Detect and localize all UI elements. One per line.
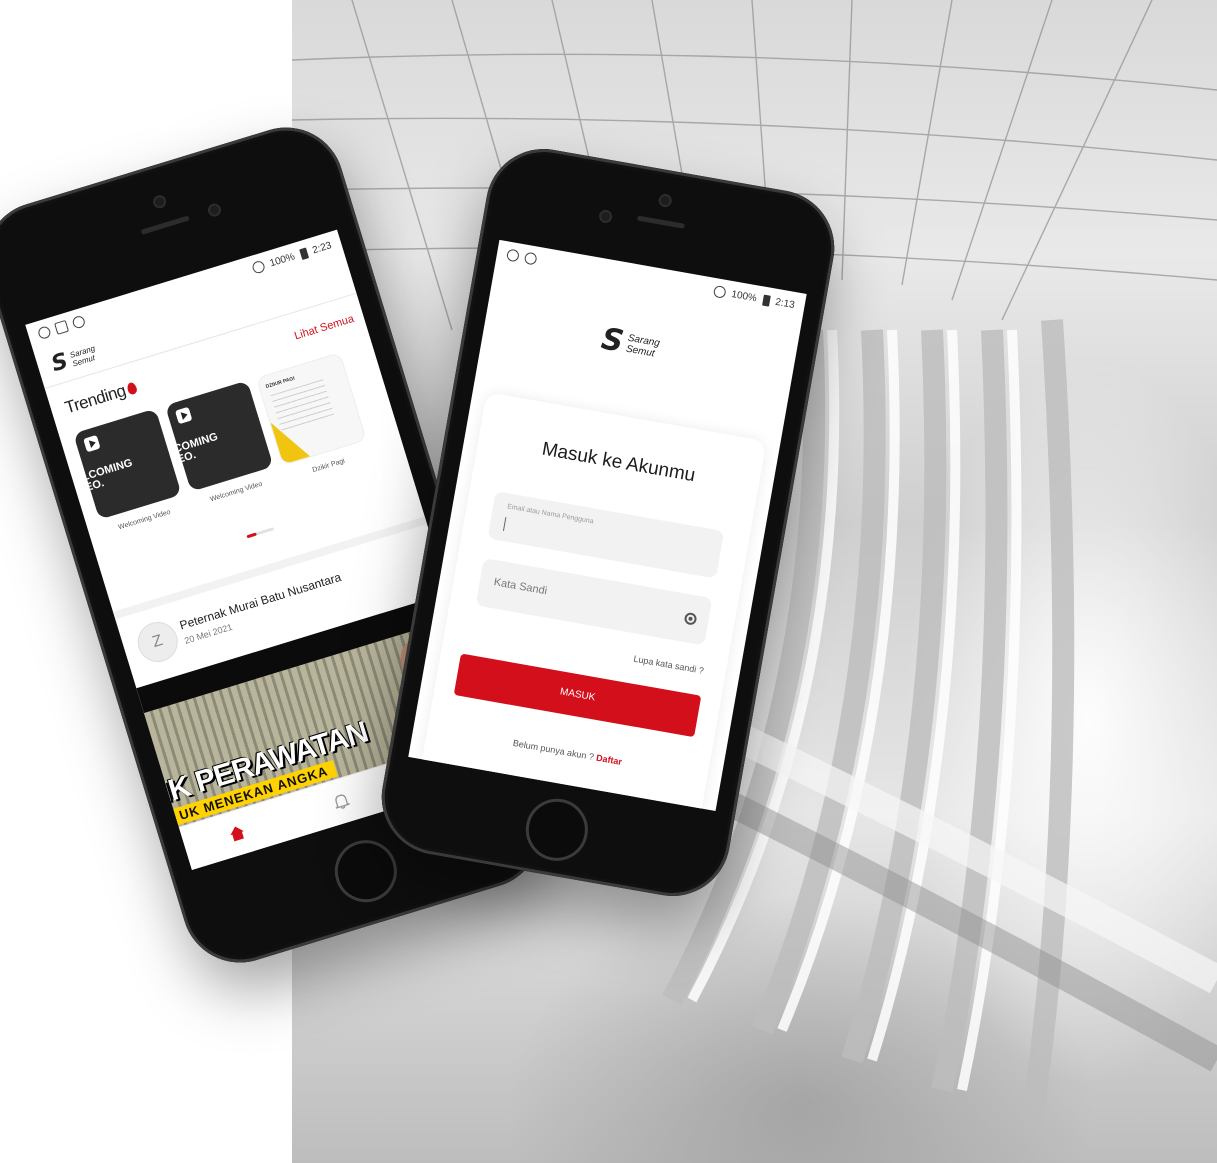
carousel-pager (246, 527, 275, 539)
home-button[interactable] (520, 793, 593, 866)
trending-card[interactable]: LCOMING EO. Welcoming Video (73, 408, 187, 537)
card-label: Welcoming Video (209, 480, 264, 504)
home-icon[interactable] (224, 819, 251, 846)
password-placeholder: Kata Sandi (492, 576, 548, 598)
signup-link[interactable]: Daftar (595, 753, 622, 767)
sensor (598, 208, 614, 224)
sensor (206, 201, 223, 219)
battery-icon (298, 247, 309, 260)
status-bar: 100% 2:13 (495, 240, 807, 320)
eye-icon[interactable] (683, 611, 698, 626)
document-thumbnail[interactable]: DZIKIR PAGI (255, 352, 367, 466)
record-icon (36, 325, 52, 341)
wifi-icon (251, 259, 267, 275)
battery-percent: 100% (730, 288, 758, 304)
app-logo: S Sarang Semut (599, 321, 662, 366)
flame-icon (126, 381, 139, 396)
login-card: Masuk ke Akunmu Email atau Nama Pengguna… (419, 391, 767, 812)
clock: 2:13 (774, 296, 796, 311)
card-label: Dzikir Pagi (311, 457, 346, 475)
play-icon (83, 434, 101, 453)
battery-icon (761, 294, 771, 307)
video-thumbnail[interactable]: COMING EO. (164, 380, 274, 492)
logo-s-icon: S (48, 348, 72, 378)
record-icon (505, 248, 520, 263)
wifi-icon (712, 284, 727, 299)
login-screen: 100% 2:13 S Sarang Semut Masuk ke Akunmu… (408, 239, 807, 812)
logo-s-icon: S (598, 321, 627, 360)
signup-text: Belum punya akun ? (512, 737, 595, 763)
usb-icon (71, 314, 87, 330)
login-title: Masuk ke Akunmu (540, 438, 697, 487)
usb-icon (523, 251, 538, 266)
card-label: Welcoming Video (117, 508, 172, 532)
trending-carousel[interactable]: LCOMING EO. Welcoming Video COMING EO. W… (73, 352, 371, 538)
text-caret (502, 517, 507, 532)
bell-icon[interactable] (328, 788, 355, 815)
video-thumbnail[interactable]: LCOMING EO. (73, 408, 182, 520)
home-button[interactable] (327, 832, 405, 910)
battery-percent: 100% (268, 250, 297, 269)
camera (151, 193, 168, 210)
forgot-password-link[interactable]: Lupa kata sandi ? (633, 654, 705, 676)
post-author[interactable]: Peternak Murai Batu Nusantara (178, 570, 343, 633)
thumbnail-text: COMING EO. (172, 430, 220, 467)
app-logo: S Sarang Semut (49, 340, 100, 377)
play-icon (174, 406, 193, 425)
avatar[interactable]: Z (132, 617, 183, 667)
camera (657, 193, 673, 209)
monitor-icon (54, 319, 70, 335)
thumbnail-text: LCOMING EO. (80, 456, 134, 495)
trending-heading: Trending (63, 377, 140, 418)
earpiece (636, 215, 686, 229)
see-all-link[interactable]: Lihat Semua (293, 313, 356, 343)
email-placeholder: Email atau Nama Pengguna (506, 503, 595, 526)
earpiece (140, 215, 190, 235)
clock: 2:23 (311, 239, 333, 256)
trending-card[interactable]: DZIKIR PAGI Dzikir Pagi (255, 352, 371, 481)
